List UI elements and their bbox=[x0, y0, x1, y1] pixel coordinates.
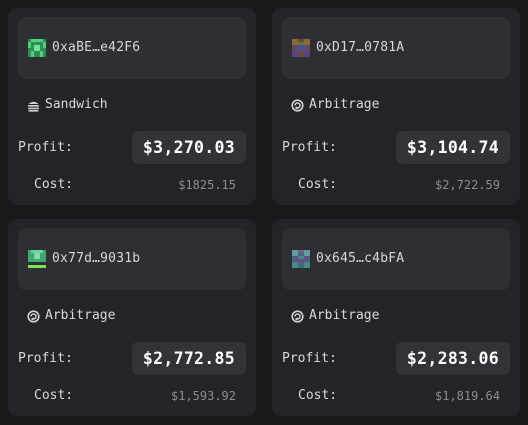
arbitrage-icon bbox=[291, 98, 304, 112]
address-box[interactable]: 0xD17…0781A bbox=[282, 17, 510, 79]
avatar-identicon-icon bbox=[292, 39, 310, 57]
avatar-identicon-icon bbox=[28, 39, 46, 57]
cost-label: Cost: bbox=[34, 177, 74, 192]
profit-value: $3,104.74 bbox=[406, 138, 499, 157]
arbitrage-icon bbox=[291, 309, 304, 323]
transaction-card[interactable]: 0xaBE…e42F6 Sandwich Profit: $3,270.03 C… bbox=[8, 8, 256, 205]
arbitrage-icon bbox=[27, 309, 40, 323]
address-box[interactable]: 0xaBE…e42F6 bbox=[18, 17, 246, 79]
profit-label: Profit: bbox=[282, 351, 337, 366]
transaction-type: Arbitrage bbox=[291, 306, 379, 326]
wallet-address: 0x645…c4bFA bbox=[316, 251, 405, 266]
wallet-address: 0x77d…9031b bbox=[52, 251, 141, 266]
avatar-identicon-icon bbox=[28, 250, 46, 268]
profit-value: $2,772.85 bbox=[142, 349, 235, 368]
wallet-address: 0xaBE…e42F6 bbox=[52, 40, 141, 55]
wallet-address: 0xD17…0781A bbox=[316, 40, 405, 55]
profit-label: Profit: bbox=[18, 351, 73, 366]
transaction-type-label: Arbitrage bbox=[309, 97, 380, 112]
transaction-type-label: Sandwich bbox=[45, 97, 108, 112]
profit-badge: $2,283.06 bbox=[395, 342, 510, 375]
address-box[interactable]: 0x77d…9031b bbox=[18, 228, 246, 290]
cost-label: Cost: bbox=[298, 177, 338, 192]
profit-badge: $3,270.03 bbox=[131, 131, 246, 164]
sandwich-icon bbox=[28, 101, 39, 112]
transaction-card[interactable]: 0x77d…9031b Arbitrage Profit: $2,772.85 … bbox=[8, 219, 256, 416]
cost-value: $1,593.92 bbox=[170, 389, 236, 403]
cost-value: $2,722.59 bbox=[434, 178, 500, 192]
address-box[interactable]: 0x645…c4bFA bbox=[282, 228, 510, 290]
cost-label: Cost: bbox=[298, 388, 338, 403]
transaction-type: Sandwich bbox=[27, 95, 108, 115]
profit-label: Profit: bbox=[282, 140, 337, 155]
profit-label: Profit: bbox=[18, 140, 73, 155]
transaction-type-label: Arbitrage bbox=[45, 308, 116, 323]
transaction-type: Arbitrage bbox=[291, 95, 379, 115]
profit-value: $2,283.06 bbox=[406, 349, 499, 368]
transaction-type-label: Arbitrage bbox=[309, 308, 380, 323]
cost-value: $1825.15 bbox=[178, 178, 236, 192]
profit-badge: $2,772.85 bbox=[131, 342, 246, 375]
transaction-card[interactable]: 0x645…c4bFA Arbitrage Profit: $2,283.06 … bbox=[272, 219, 520, 416]
profit-value: $3,270.03 bbox=[142, 138, 235, 157]
profit-badge: $3,104.74 bbox=[395, 131, 510, 164]
avatar-identicon-icon bbox=[292, 250, 310, 268]
transaction-card[interactable]: 0xD17…0781A Arbitrage Profit: $3,104.74 … bbox=[272, 8, 520, 205]
cost-label: Cost: bbox=[34, 388, 74, 403]
transaction-type: Arbitrage bbox=[27, 306, 115, 326]
cost-value: $1,819.64 bbox=[434, 389, 500, 403]
